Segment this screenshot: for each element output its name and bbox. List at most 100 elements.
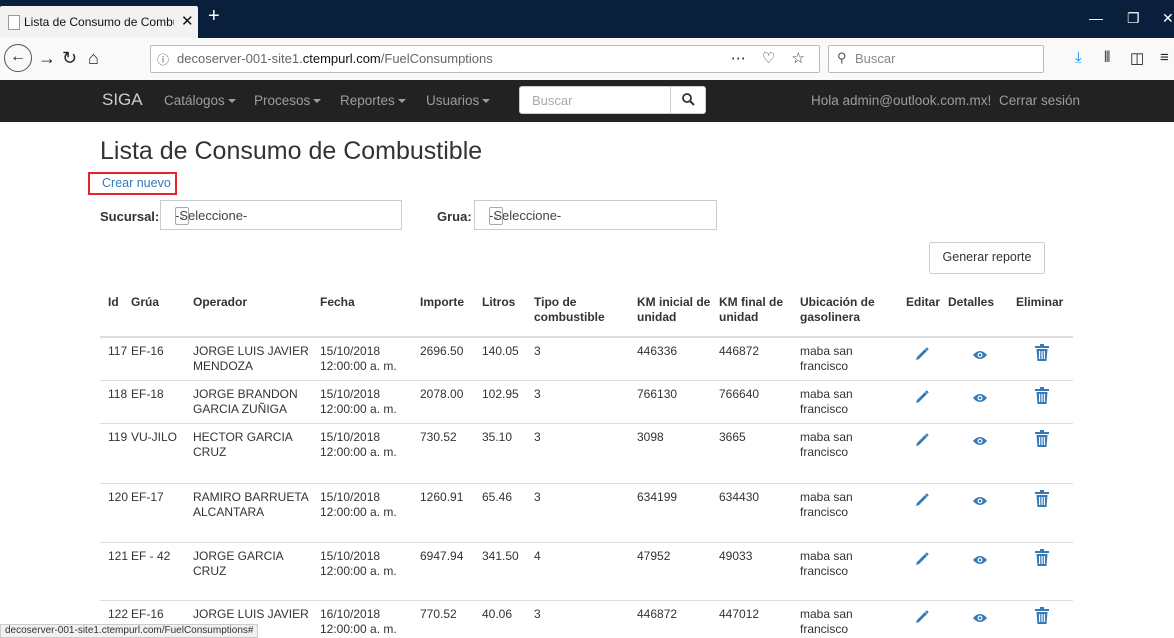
cell-km-final: 634430 — [719, 490, 760, 504]
cell-fecha: 15/10/2018 12:00:00 a. m. — [320, 430, 397, 459]
cell-km-inicial: 446872 — [637, 607, 678, 621]
chevron-down-icon — [227, 99, 236, 104]
cell-importe: 2078.00 — [420, 387, 464, 401]
column-header-tipo: Tipo de combustible — [534, 295, 605, 324]
sucursal-select[interactable]: -Seleccione- ⌄ — [160, 200, 402, 230]
row-divider — [100, 600, 1073, 601]
eye-icon[interactable] — [972, 435, 988, 447]
page-actions-icon[interactable]: ⋯ ♡ ☆ — [731, 49, 811, 67]
browser-search-input[interactable]: ⚲ Buscar — [828, 45, 1044, 73]
search-icon — [681, 93, 695, 106]
forward-icon[interactable]: → — [38, 48, 56, 69]
cell-tipo: 3 — [534, 607, 541, 621]
trash-icon[interactable] — [1035, 344, 1049, 361]
chevron-down-icon — [482, 99, 491, 104]
back-icon[interactable]: ← — [4, 44, 32, 72]
menu-procesos[interactable]: Procesos — [254, 93, 322, 108]
menu-catalogos[interactable]: Catálogos — [164, 93, 236, 108]
page-icon — [8, 15, 20, 30]
trash-icon[interactable] — [1035, 549, 1049, 566]
nav-search-input[interactable]: Buscar — [519, 86, 671, 114]
trash-icon[interactable] — [1035, 430, 1049, 447]
eye-icon[interactable] — [972, 349, 988, 361]
column-header-km-inicial: KM inicial de unidad — [637, 295, 711, 324]
eye-icon[interactable] — [972, 554, 988, 566]
url-text: decoserver-001-site1.ctempurl.com/FuelCo… — [177, 51, 493, 66]
cell-litros: 35.10 — [482, 430, 513, 444]
browser-toolbar: ← → ↻ ⌂ ⓘ decoserver-001-site1.ctempurl.… — [0, 38, 1174, 81]
cell-operador: HECTOR GARCIA CRUZ — [193, 430, 293, 459]
address-bar[interactable]: ⓘ decoserver-001-site1.ctempurl.com/Fuel… — [150, 45, 820, 73]
browser-tab[interactable]: Lista de Consumo de Combust ✕ — [0, 6, 198, 38]
close-tab-icon[interactable]: ✕ — [181, 12, 194, 30]
cell-tipo: 3 — [534, 430, 541, 444]
row-divider — [100, 542, 1073, 543]
cell-km-inicial: 634199 — [637, 490, 678, 504]
menu-usuarios[interactable]: Usuarios — [426, 93, 491, 108]
header-divider — [100, 336, 1073, 338]
cell-grua: EF - 42 — [131, 549, 171, 563]
cell-importe: 2696.50 — [420, 344, 464, 358]
edit-icon[interactable] — [914, 432, 930, 448]
generate-report-button[interactable]: Generar reporte — [929, 242, 1045, 274]
cell-id: 119 — [108, 430, 128, 444]
cell-importe: 6947.94 — [420, 549, 464, 563]
cell-operador: JORGE BRANDON GARCIA ZUÑIGA — [193, 387, 298, 416]
cell-grua: EF-18 — [131, 387, 164, 401]
minimize-icon[interactable]: — — [1089, 10, 1103, 26]
row-divider — [100, 380, 1073, 381]
column-header-editar: Editar — [906, 295, 941, 309]
logout-link[interactable]: Cerrar sesión — [999, 93, 1080, 108]
new-tab-icon[interactable]: + — [208, 5, 220, 28]
chevron-down-icon — [397, 99, 406, 104]
edit-icon[interactable] — [914, 389, 930, 405]
trash-icon[interactable] — [1035, 490, 1049, 507]
home-icon[interactable]: ⌂ — [88, 48, 99, 69]
column-header-detalles: Detalles — [948, 295, 995, 309]
cell-id: 122 — [108, 607, 129, 621]
cell-tipo: 3 — [534, 387, 541, 401]
cell-importe: 1260.91 — [420, 490, 464, 504]
cell-ubicacion: maba san francisco — [800, 607, 853, 636]
grua-select[interactable]: -Seleccione- ⌄ — [474, 200, 717, 230]
cell-ubicacion: maba san francisco — [800, 344, 853, 373]
cell-litros: 40.06 — [482, 607, 513, 621]
create-new-link[interactable]: Crear nuevo — [102, 176, 171, 190]
cell-importe: 770.52 — [420, 607, 457, 621]
brand-logo[interactable]: SIGA — [102, 90, 143, 110]
cell-tipo: 3 — [534, 490, 541, 504]
reload-icon[interactable]: ↻ — [62, 48, 77, 69]
cell-ubicacion: maba san francisco — [800, 549, 853, 578]
download-icon[interactable]: ⤓ — [1075, 49, 1082, 66]
trash-icon[interactable] — [1035, 607, 1049, 624]
sidebar-icon[interactable]: ◫ — [1130, 49, 1144, 67]
cell-importe: 730.52 — [420, 430, 457, 444]
eye-icon[interactable] — [972, 392, 988, 404]
trash-icon[interactable] — [1035, 387, 1049, 404]
cell-km-final: 49033 — [719, 549, 753, 563]
cell-operador: JORGE LUIS JAVIER MENDOZA — [193, 344, 309, 373]
nav-search-button[interactable] — [670, 86, 706, 114]
chevron-down-icon: ⌄ — [489, 207, 503, 225]
menu-icon[interactable]: ≡ — [1160, 49, 1169, 66]
edit-icon[interactable] — [914, 551, 930, 567]
restore-icon[interactable]: ❐ — [1127, 10, 1140, 27]
column-header-km-final: KM final de unidad — [719, 295, 784, 324]
cell-km-final: 766640 — [719, 387, 760, 401]
eye-icon[interactable] — [972, 612, 988, 624]
cell-id: 120 — [108, 490, 129, 504]
edit-icon[interactable] — [914, 492, 930, 508]
cell-ubicacion: maba san francisco — [800, 430, 853, 459]
edit-icon[interactable] — [914, 609, 930, 625]
sucursal-label: Sucursal: — [100, 209, 160, 224]
cell-km-final: 446872 — [719, 344, 760, 358]
menu-reportes[interactable]: Reportes — [340, 93, 406, 108]
info-icon[interactable]: ⓘ — [157, 51, 169, 68]
edit-icon[interactable] — [914, 346, 930, 362]
eye-icon[interactable] — [972, 495, 988, 507]
close-window-icon[interactable]: ✕ — [1162, 10, 1174, 27]
cell-operador: JORGE GARCIA CRUZ — [193, 549, 284, 578]
user-greeting[interactable]: Hola admin@outlook.com.mx! — [811, 93, 991, 108]
library-icon[interactable]: ⫴ — [1104, 49, 1110, 66]
row-divider — [100, 423, 1073, 424]
